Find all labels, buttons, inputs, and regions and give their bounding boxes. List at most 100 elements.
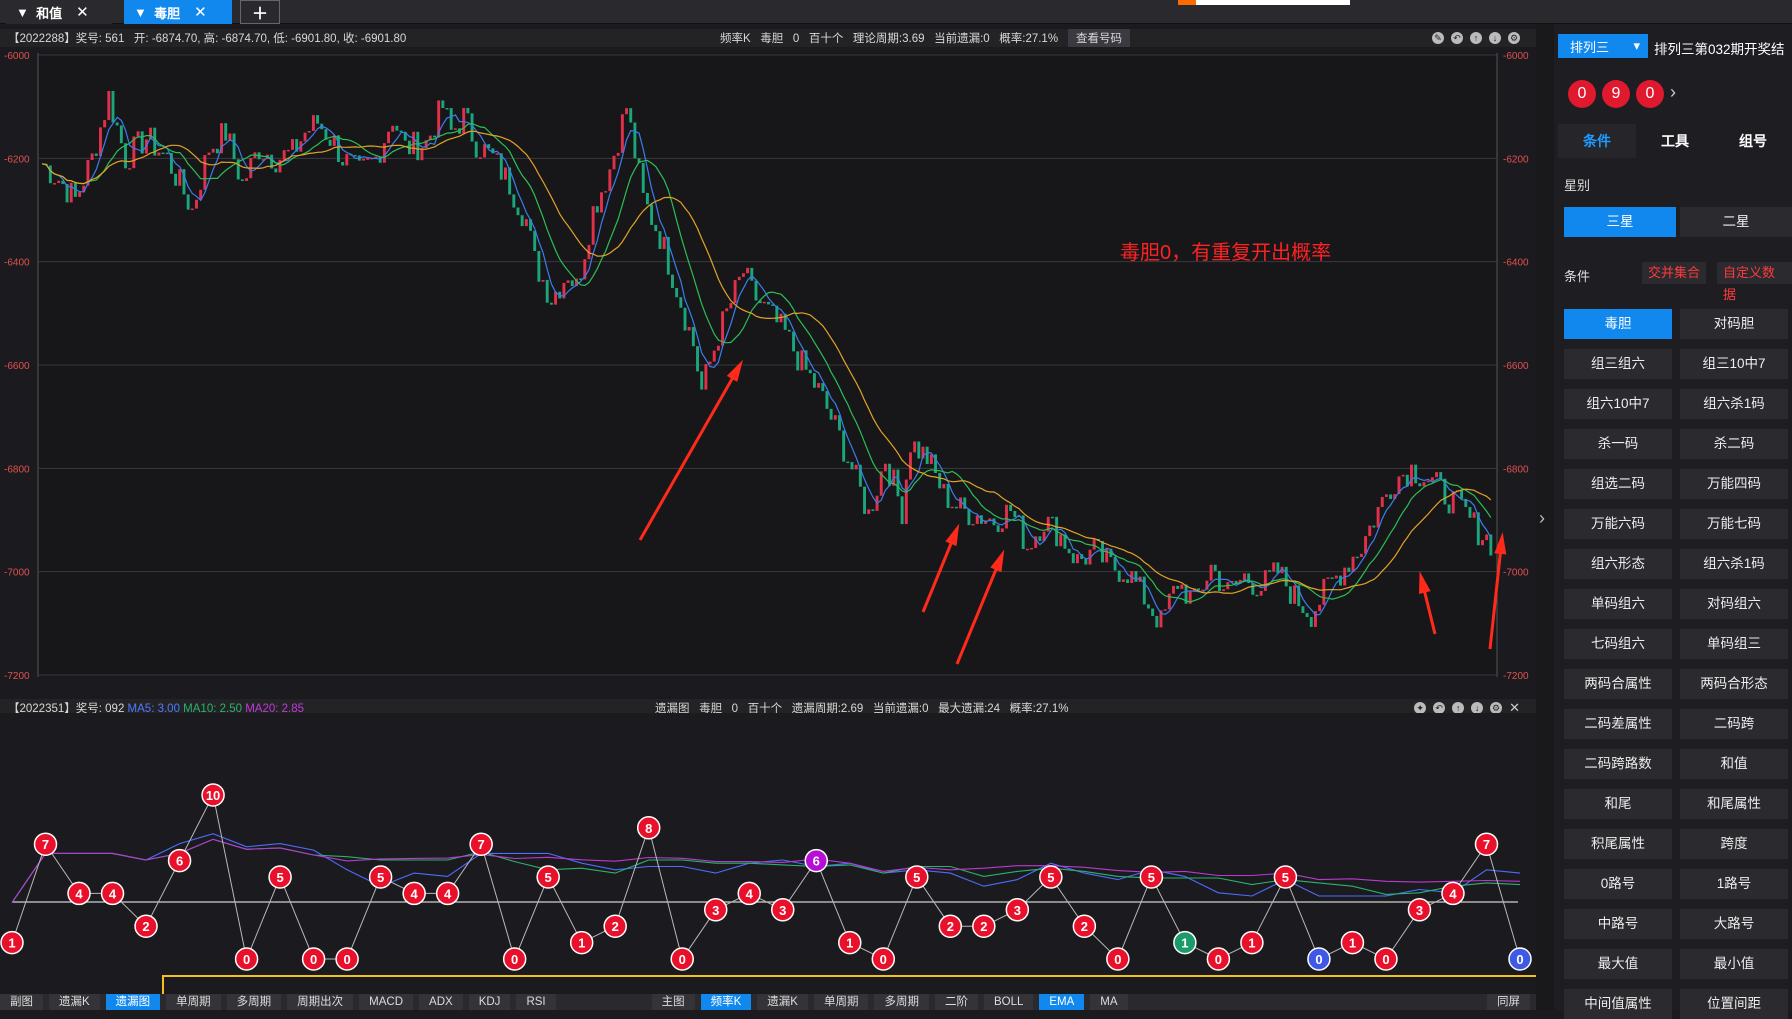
back-icon[interactable]: ↶ bbox=[1451, 32, 1463, 44]
kline-candle bbox=[942, 483, 946, 489]
kline-candle bbox=[854, 464, 858, 470]
condition-button[interactable]: 对码胆 bbox=[1680, 309, 1788, 339]
kline-candle bbox=[203, 155, 207, 190]
condition-button[interactable]: 大路号 bbox=[1680, 909, 1788, 939]
pen-icon[interactable]: ✎ bbox=[1432, 32, 1444, 44]
condition-button[interactable]: 组六形态 bbox=[1564, 549, 1672, 579]
condition-button[interactable]: 中间值属性 bbox=[1564, 989, 1672, 1019]
condition-button[interactable]: 万能四码 bbox=[1680, 469, 1788, 499]
condition-button[interactable]: 组六杀1码 bbox=[1680, 549, 1788, 579]
kline-y-tick-right: -6200 bbox=[1503, 154, 1529, 165]
custom-data-button[interactable]: 自定义数据 bbox=[1717, 262, 1792, 302]
condition-button[interactable]: 中路号 bbox=[1564, 909, 1672, 939]
tab-group[interactable]: 组号 bbox=[1714, 124, 1792, 158]
lottery-select[interactable]: 排列三 bbox=[1558, 34, 1648, 58]
bottom-tab-main[interactable]: 遗漏K bbox=[757, 994, 808, 1010]
kline-candle bbox=[449, 108, 453, 130]
condition-button[interactable]: 组六10中7 bbox=[1564, 389, 1672, 419]
missing-ball-label: 1 bbox=[1349, 936, 1356, 951]
condition-button[interactable]: 两码合形态 bbox=[1680, 669, 1788, 699]
same-screen-button[interactable]: 同屏 bbox=[1487, 994, 1530, 1010]
condition-button[interactable]: 积尾属性 bbox=[1564, 829, 1672, 859]
kline-candle bbox=[391, 125, 395, 132]
kline-candle bbox=[1322, 578, 1326, 605]
kline-candle bbox=[512, 194, 516, 208]
condition-button[interactable]: 组三10中7 bbox=[1680, 349, 1788, 379]
down-icon[interactable]: ↓ bbox=[1489, 32, 1501, 44]
condition-button[interactable]: 组三组六 bbox=[1564, 349, 1672, 379]
condition-button[interactable]: 和尾属性 bbox=[1680, 789, 1788, 819]
settings-icon[interactable]: ⚙ bbox=[1508, 32, 1520, 44]
chevron-right-icon[interactable]: › bbox=[1670, 82, 1676, 103]
condition-button[interactable]: 万能六码 bbox=[1564, 509, 1672, 539]
condition-button[interactable]: 位置间距 bbox=[1680, 989, 1788, 1019]
kline-y-tick-right: -6800 bbox=[1503, 464, 1529, 475]
bottom-tab[interactable]: 副图 bbox=[0, 994, 43, 1010]
condition-button[interactable]: 两码合属性 bbox=[1564, 669, 1672, 699]
union-set-button[interactable]: 交并集合 bbox=[1642, 262, 1707, 284]
condition-button[interactable]: 二码跨路数 bbox=[1564, 749, 1672, 779]
star-two-button[interactable]: 二星 bbox=[1680, 207, 1792, 237]
kline-candle bbox=[1092, 539, 1096, 550]
condition-button[interactable]: 二码跨 bbox=[1680, 709, 1788, 739]
bottom-tab[interactable]: 遗漏K bbox=[49, 994, 100, 1010]
missing-ball-label: 0 bbox=[1315, 952, 1322, 967]
condition-button[interactable]: 二码差属性 bbox=[1564, 709, 1672, 739]
missing-ball-label: 4 bbox=[444, 886, 452, 901]
kline-candle bbox=[1410, 464, 1413, 487]
condition-button[interactable]: 0路号 bbox=[1564, 869, 1672, 899]
bottom-tab-main[interactable]: 主图 bbox=[651, 994, 695, 1010]
kline-candle bbox=[462, 107, 466, 134]
condition-button[interactable]: 1路号 bbox=[1680, 869, 1788, 899]
condition-button[interactable]: 组六杀1码 bbox=[1680, 389, 1788, 419]
kline-candle bbox=[1146, 604, 1150, 609]
bottom-tab-main[interactable]: 多周期 bbox=[874, 994, 929, 1010]
add-tab-button[interactable]: ＋ bbox=[240, 0, 280, 24]
condition-button[interactable]: 杀一码 bbox=[1564, 429, 1672, 459]
kline-candle bbox=[1326, 577, 1330, 579]
condition-button[interactable]: 七码组六 bbox=[1564, 629, 1672, 659]
kline-candle bbox=[382, 143, 386, 163]
star-three-button[interactable]: 三星 bbox=[1564, 207, 1676, 237]
bottom-tab-main[interactable]: 二阶 bbox=[934, 994, 978, 1010]
bottom-tab[interactable]: KDJ bbox=[468, 994, 511, 1010]
bottom-tab-main[interactable]: EMA bbox=[1039, 994, 1085, 1010]
bottom-tab[interactable]: ADX bbox=[419, 994, 463, 1010]
bottom-tab[interactable]: MACD bbox=[359, 994, 414, 1010]
up-icon[interactable]: ↑ bbox=[1470, 32, 1482, 44]
bottom-tab-main[interactable]: 频率K bbox=[700, 994, 752, 1010]
tab-label: 和值 bbox=[36, 5, 63, 21]
kline-candle bbox=[1255, 594, 1259, 597]
condition-button[interactable]: 毒胆 bbox=[1564, 309, 1672, 339]
condition-button[interactable]: 单码组六 bbox=[1564, 589, 1672, 619]
chevron-right-icon[interactable]: › bbox=[1539, 508, 1545, 529]
close-icon[interactable]: ✕ bbox=[194, 3, 207, 21]
condition-button[interactable]: 单码组三 bbox=[1680, 629, 1788, 659]
bottom-tab[interactable]: 单周期 bbox=[166, 994, 221, 1010]
condition-button[interactable]: 跨度 bbox=[1680, 829, 1788, 859]
close-icon[interactable]: ✕ bbox=[76, 3, 89, 21]
tab-sum[interactable]: ▼ 和值 ✕ bbox=[6, 0, 112, 24]
condition-button[interactable]: 最小值 bbox=[1680, 949, 1788, 979]
bottom-tab[interactable]: RSI bbox=[516, 994, 556, 1010]
tab-conditions[interactable]: 条件 bbox=[1558, 124, 1636, 158]
bottom-tab[interactable]: 遗漏图 bbox=[105, 994, 161, 1010]
bottom-tab-main[interactable]: 单周期 bbox=[813, 994, 869, 1010]
tab-dudan[interactable]: ▼ 毒胆 ✕ bbox=[124, 0, 232, 24]
condition-button[interactable]: 最大值 bbox=[1564, 949, 1672, 979]
bottom-tab[interactable]: 周期出次 bbox=[287, 994, 354, 1010]
kline-y-tick-left: -6000 bbox=[4, 51, 30, 62]
bottom-tab-main[interactable]: BOLL bbox=[983, 994, 1034, 1010]
panel-splitter[interactable]: › bbox=[1536, 24, 1554, 1010]
condition-button[interactable]: 对码组六 bbox=[1680, 589, 1788, 619]
bottom-tab[interactable]: 多周期 bbox=[226, 994, 282, 1010]
condition-button[interactable]: 组选二码 bbox=[1564, 469, 1672, 499]
kline-candle bbox=[1025, 548, 1029, 551]
condition-button[interactable]: 和值 bbox=[1680, 749, 1788, 779]
condition-button[interactable]: 杀二码 bbox=[1680, 429, 1788, 459]
tab-tools[interactable]: 工具 bbox=[1636, 124, 1714, 158]
condition-button[interactable]: 和尾 bbox=[1564, 789, 1672, 819]
view-numbers-button[interactable]: 查看号码 bbox=[1068, 29, 1131, 47]
bottom-tab-main[interactable]: MA bbox=[1090, 994, 1128, 1010]
condition-button[interactable]: 万能七码 bbox=[1680, 509, 1788, 539]
